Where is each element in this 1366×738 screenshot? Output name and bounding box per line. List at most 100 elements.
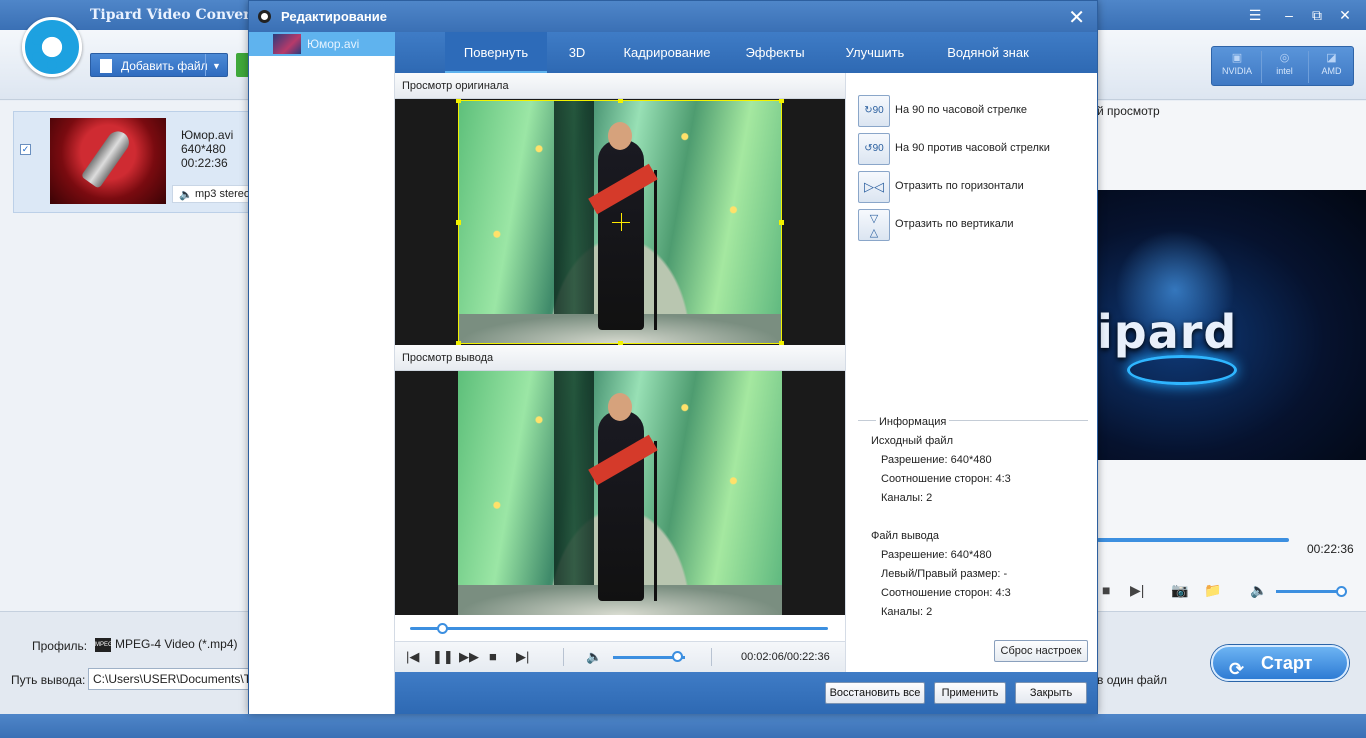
tab-effects[interactable]: Эффекты xyxy=(735,32,815,73)
close-icon[interactable]: ✕ xyxy=(1068,5,1085,30)
logo-icon xyxy=(22,17,82,77)
folder-icon[interactable]: 📁 xyxy=(1204,582,1221,599)
preview-label: й просмотр xyxy=(1097,104,1160,118)
profile-label: Профиль: xyxy=(32,639,88,653)
source-resolution: Разрешение: 640*480 xyxy=(881,454,992,466)
volume-icon: 🔈 xyxy=(179,189,193,201)
flip-vertical-label: Отразить по вертикали xyxy=(895,218,1014,230)
output-preview xyxy=(395,371,845,615)
minimize-icon[interactable]: – xyxy=(1278,5,1300,25)
edit-tabs: Повернуть 3D Кадрирование Эффекты Улучши… xyxy=(395,32,1097,73)
output-resolution: Разрешение: 640*480 xyxy=(881,549,992,561)
pause-icon[interactable]: ❚❚ xyxy=(432,649,454,665)
tab-crop[interactable]: Кадрирование xyxy=(610,32,724,73)
main-volume-slider[interactable] xyxy=(1276,590,1342,593)
output-aspect: Соотношение сторон: 4:3 xyxy=(881,587,1011,599)
source-aspect: Соотношение сторон: 4:3 xyxy=(881,473,1011,485)
audio-track-select[interactable]: 🔈 mp3 stereo xyxy=(172,185,252,203)
volume-icon[interactable]: 🔈 xyxy=(586,649,602,665)
add-file-icon xyxy=(100,59,112,73)
profile-select[interactable]: MPEG MPEG-4 Video (*.mp4) xyxy=(95,637,238,652)
output-channels: Каналы: 2 xyxy=(881,606,933,618)
rotate-cw-label: На 90 по часовой стрелке xyxy=(895,104,1028,116)
intel-badge: ◎ intel xyxy=(1261,51,1307,83)
profile-value: MPEG-4 Video (*.mp4) xyxy=(115,637,238,651)
previous-icon[interactable]: |◀ xyxy=(406,649,419,665)
dialog-file-name: Юмор.avi xyxy=(307,37,360,51)
dialog-file-list: Юмор.avi xyxy=(249,32,395,714)
output-path-input[interactable]: C:\Users\USER\Documents\Tipar xyxy=(88,668,250,690)
start-button[interactable]: ⟳ Старт xyxy=(1211,645,1349,681)
flip-vertical-icon[interactable]: ▽ △ xyxy=(858,209,890,241)
main-statusbar xyxy=(0,714,1366,738)
merge-label: в один файл xyxy=(1097,673,1168,687)
next-icon[interactable]: ▶| xyxy=(516,649,529,665)
file-checkbox[interactable]: ✓ xyxy=(20,144,31,155)
file-resolution: 640*480 xyxy=(181,142,226,156)
add-file-dropdown-icon[interactable]: ▼ xyxy=(205,54,227,76)
rotate-cw-icon[interactable]: ↻90 xyxy=(858,95,890,127)
flip-horizontal-label: Отразить по горизонтали xyxy=(895,180,1024,192)
nvidia-badge: ▣ NVIDIA xyxy=(1221,52,1252,76)
flip-horizontal-icon[interactable]: ▷◁ xyxy=(858,171,890,203)
fast-forward-icon[interactable]: ▶▶ xyxy=(459,649,479,665)
next-icon[interactable]: ▶| xyxy=(1130,582,1144,599)
add-file-label: Добавить файл xyxy=(121,59,208,73)
edit-dialog: Редактирование ✕ Юмор.avi Повернуть 3D К… xyxy=(248,0,1098,714)
file-thumbnail xyxy=(50,118,166,204)
dialog-footer: Восстановить все Применить Закрыть xyxy=(395,672,1097,714)
file-name: Юмор.avi xyxy=(181,128,234,142)
camera-icon[interactable]: 📷 xyxy=(1171,582,1188,599)
restore-all-button[interactable]: Восстановить все xyxy=(825,682,925,704)
seek-bar[interactable] xyxy=(395,615,845,641)
source-channels: Каналы: 2 xyxy=(881,492,933,504)
brand-text: ipard xyxy=(1097,305,1238,359)
tab-enhance[interactable]: Улучшить xyxy=(831,32,919,73)
amd-badge: ◪ AMD xyxy=(1308,51,1354,83)
rotate-panel: ↻90 На 90 по часовой стрелке ↺90 На 90 п… xyxy=(845,73,1097,672)
menu-icon[interactable]: ☰ xyxy=(1244,5,1266,25)
output-video-frame xyxy=(458,371,782,615)
file-list-item[interactable]: Юмор.avi 640*480 00:22:36 🔈 mp3 stereo xyxy=(13,111,252,213)
start-label: Старт xyxy=(1261,653,1313,673)
gpu-acceleration-panel: ▣ NVIDIA ◎ intel ◪ AMD xyxy=(1211,46,1354,86)
output-path-label: Путь вывода: xyxy=(11,673,86,687)
dialog-title: Редактирование xyxy=(281,9,387,24)
original-preview-label: Просмотр оригинала xyxy=(395,73,845,99)
stop-icon[interactable]: ■ xyxy=(489,649,497,664)
film-reel-icon xyxy=(258,10,271,23)
player-controls: |◀ ❚❚ ▶▶ ■ ▶| 🔈 00:02:06/00:22:36 xyxy=(395,641,845,672)
refresh-icon: ⟳ xyxy=(1229,659,1245,679)
file-list: Юмор.avi 640*480 00:22:36 🔈 mp3 stereo ✓ xyxy=(0,101,252,611)
seek-track[interactable] xyxy=(410,627,828,630)
volume-knob[interactable] xyxy=(672,651,683,662)
stop-icon[interactable]: ■ xyxy=(1102,582,1110,598)
maximize-icon[interactable]: ⧉ xyxy=(1306,5,1328,25)
apply-button[interactable]: Применить xyxy=(934,682,1006,704)
main-volume-knob[interactable] xyxy=(1336,586,1347,597)
output-heading: Файл вывода xyxy=(871,530,939,542)
close-button[interactable]: Закрыть xyxy=(1015,682,1087,704)
file-duration: 00:22:36 xyxy=(181,156,228,170)
player-time: 00:02:06/00:22:36 xyxy=(741,651,830,663)
mpeg-icon: MPEG xyxy=(95,637,113,652)
tab-3d[interactable]: 3D xyxy=(555,32,599,73)
file-meta: Юмор.avi 640*480 00:22:36 xyxy=(181,128,233,170)
main-seek-bar[interactable] xyxy=(1097,538,1289,542)
preview-video: ipard xyxy=(1097,190,1366,460)
dialog-titlebar: Редактирование ✕ xyxy=(249,1,1097,32)
original-preview xyxy=(395,99,845,345)
rotate-ccw-icon[interactable]: ↺90 xyxy=(858,133,890,165)
tab-rotate[interactable]: Повернуть xyxy=(445,32,547,73)
output-preview-label: Просмотр вывода xyxy=(395,345,845,371)
audio-track-label: mp3 stereo xyxy=(195,188,251,200)
reset-button[interactable]: Сброс настроек xyxy=(994,640,1088,662)
volume-icon[interactable]: 🔈 xyxy=(1250,582,1267,599)
add-file-button[interactable]: Добавить файл ▼ xyxy=(90,53,228,77)
crop-frame[interactable] xyxy=(456,99,784,345)
seek-knob[interactable] xyxy=(437,623,448,634)
close-app-icon[interactable]: ✕ xyxy=(1334,5,1356,25)
dialog-file-item[interactable]: Юмор.avi xyxy=(249,32,395,56)
main-time: 00:22:36 xyxy=(1307,542,1354,556)
tab-watermark[interactable]: Водяной знак xyxy=(935,32,1041,73)
